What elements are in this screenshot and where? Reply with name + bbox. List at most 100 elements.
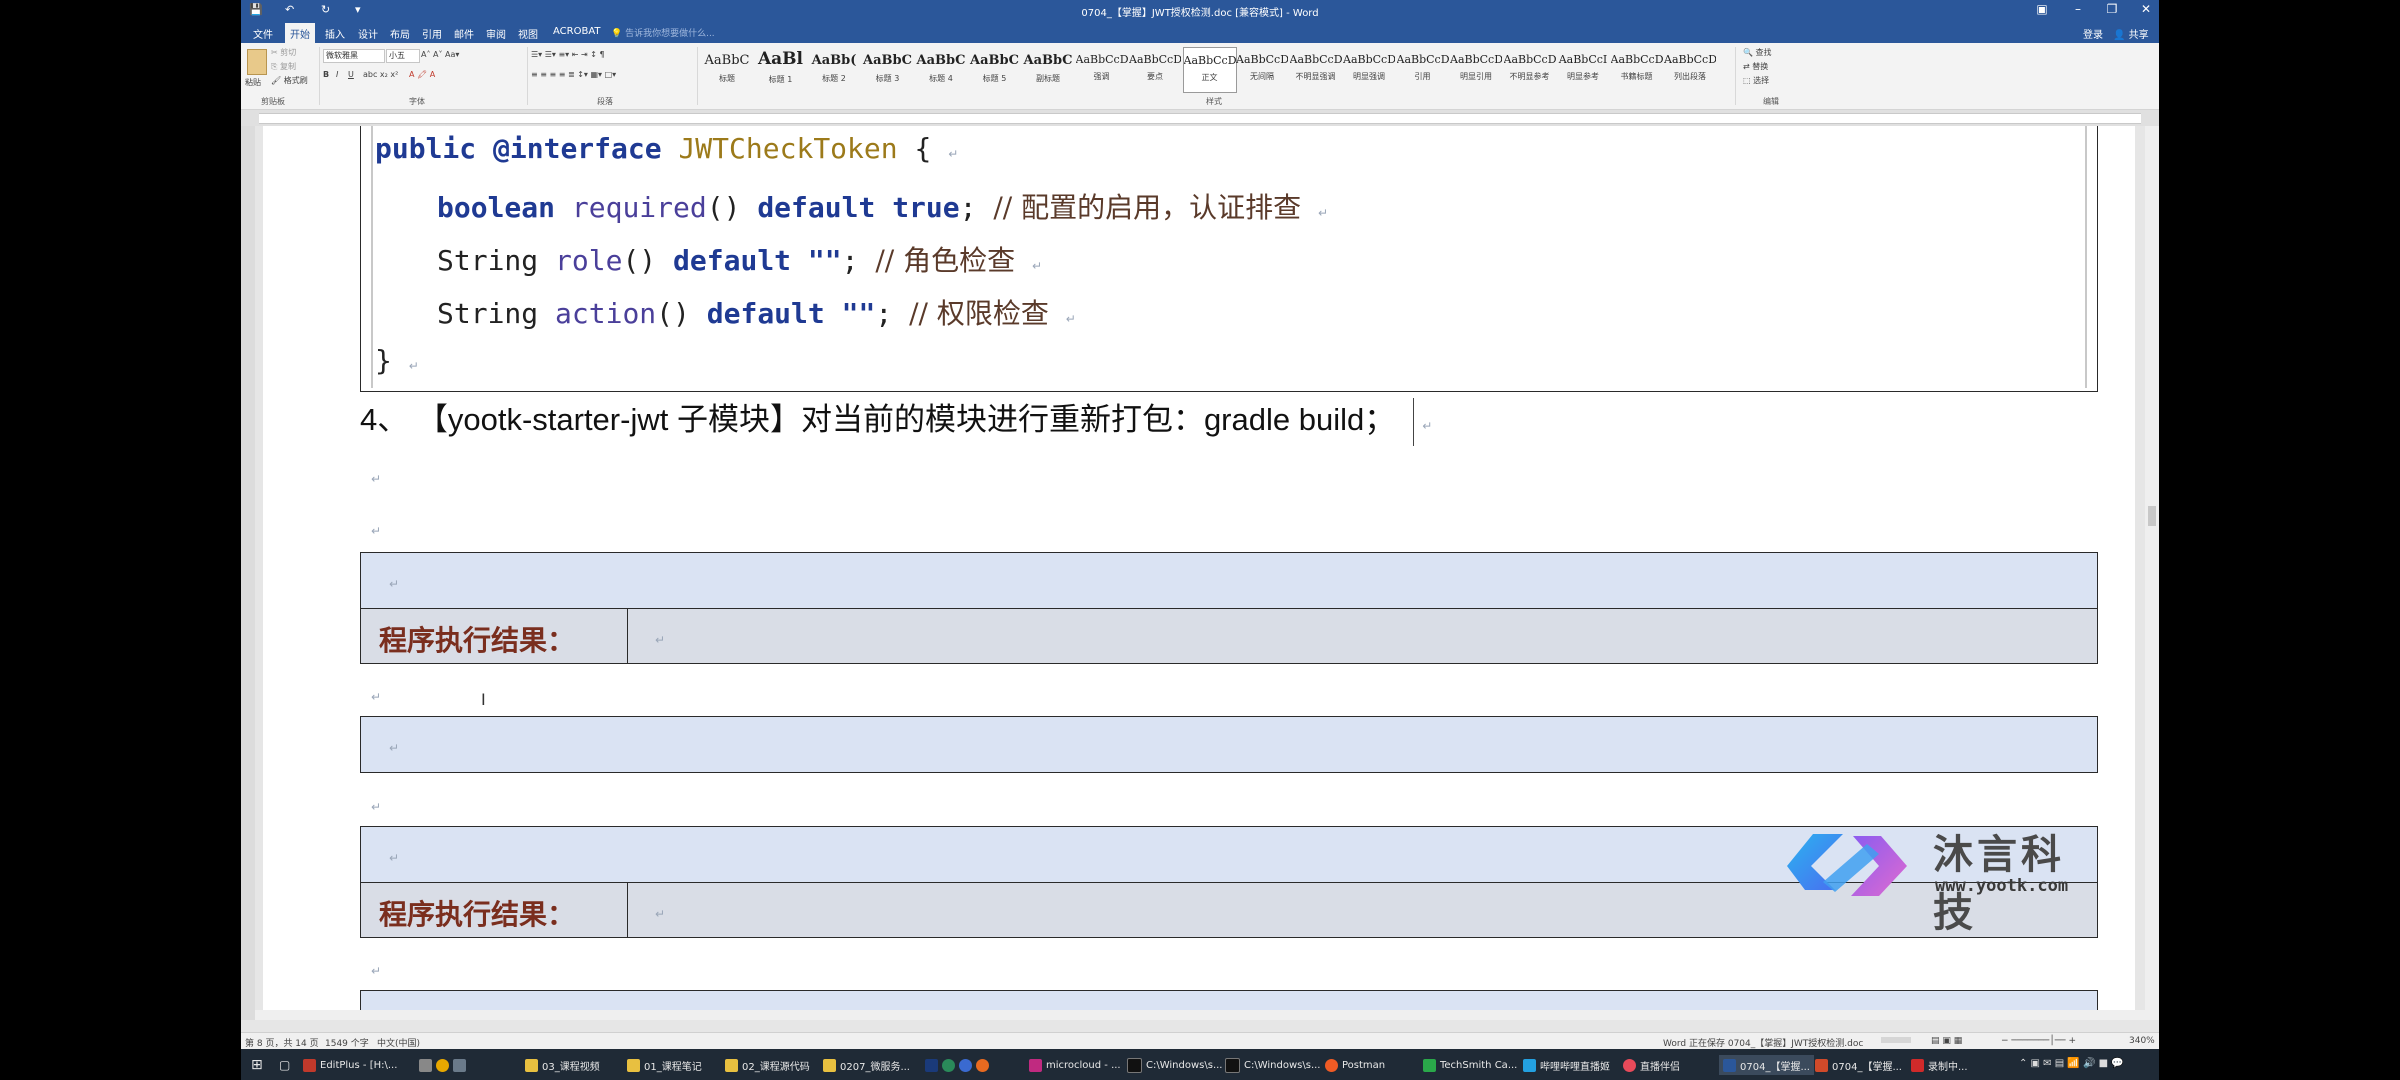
result-label: 程序执行结果： [379,898,576,931]
tab-references[interactable]: 引用 [422,26,442,41]
italic-button[interactable]: I [336,70,338,79]
share-button[interactable]: 👤 共享 [2113,26,2149,41]
table-row[interactable]: 程序执行结果： ↵ [361,609,2097,663]
watermark-url: www.yootk.com [1935,876,2069,896]
font-color-icon[interactable]: A 🖍 A [409,70,435,79]
style-tile[interactable]: AaBl 标题 1 [755,47,807,91]
taskbar-cmd-2[interactable]: C:\Windows\s... [1225,1055,1320,1075]
select-button[interactable]: ⬚ 选择 [1743,75,1769,86]
style-tile[interactable]: AaBbC 标题 4 [915,47,967,91]
language-indicator[interactable]: 中文(中国) [377,1036,420,1049]
style-tile[interactable]: AaBbC 标题 5 [969,47,1021,91]
intellij-icon [1029,1058,1042,1072]
tab-review[interactable]: 审阅 [486,26,506,41]
step-paragraph[interactable]: 4、 【yootk-starter-jwt 子模块】对当前的模块进行重新打包：g… [360,394,1432,446]
style-tile[interactable]: AaBbCcDc 不明显强调 [1290,47,1342,91]
tab-layout[interactable]: 布局 [390,26,410,41]
app-icon [453,1058,466,1072]
horizontal-ruler[interactable] [241,110,2159,126]
zoom-slider[interactable]: − ───────│── + [2001,1036,2076,1046]
style-tile[interactable]: AaBbC 标题 3 [862,47,914,91]
tab-file[interactable]: 文件 [253,26,273,41]
style-tile[interactable]: AaBbCcDc 引用 [1397,47,1449,91]
style-tile[interactable]: AaBbCcDc 明显强调 [1343,47,1395,91]
taskbar-app-idea[interactable]: microcloud - ... [1029,1055,1121,1075]
tab-view[interactable]: 视图 [518,26,538,41]
bullets-icon[interactable]: ☰▾ ☰▾ ≡▾ ⇤ ⇥ ↕ ¶ [531,50,605,59]
copy-button[interactable]: ⎘ 复制 [271,61,296,72]
tab-mailings[interactable]: 邮件 [454,26,474,41]
document-page[interactable]: public @interface JWTCheckToken { ↵ bool… [263,126,2135,1020]
taskbar-app-editplus[interactable]: EditPlus - [H:\... [303,1055,397,1075]
style-tile[interactable]: AaBbCcDc 无间隔 [1236,47,1288,91]
tab-design[interactable]: 设计 [358,26,378,41]
style-sample: AaBbCcDt [1075,53,1128,66]
replace-button[interactable]: ⇄ 替换 [1743,61,1768,72]
taskbar-app-pdf[interactable]: 0704_【掌握... [1815,1055,1902,1075]
find-button[interactable]: 🔍 查找 [1743,47,1772,58]
taskbar-app-word[interactable]: 0704_【掌握... [1719,1055,1814,1075]
style-name: 不明显参考 [1509,72,1550,81]
system-tray-icons[interactable]: ⌃ ▣ ✉ ▤ 📶 🔊 ■ 💬 [2019,1058,2124,1069]
taskbar-cmd-1[interactable]: C:\Windows\s... [1127,1055,1222,1075]
font-name-select[interactable]: 微软雅黑 [323,49,385,63]
taskbar-folder-microservice[interactable]: 0207_微服务... [823,1055,910,1075]
restore-button[interactable]: ❐ [2101,2,2123,16]
taskbar-app-live-companion[interactable]: 直播伴侣 [1623,1055,1680,1075]
cell-divider [627,883,628,937]
style-tile[interactable]: AaBbCcD 不明显参考 [1504,47,1556,91]
paste-button[interactable]: 粘贴 [245,77,261,88]
start-windows-icon[interactable]: ⊞ [251,1055,263,1075]
taskbar-app-camtasia[interactable]: TechSmith Ca... [1423,1055,1517,1075]
tell-me-search[interactable]: 💡 告诉我你想要做什么... [611,26,715,39]
style-tile[interactable]: AaBbCcD 要点 [1129,47,1181,91]
taskbar-pinned-icons[interactable] [925,1055,993,1075]
word-count[interactable]: 1549 个字 [325,1036,369,1049]
page-count[interactable]: 第 8 页，共 14 页 [245,1036,319,1049]
taskbar-app-bilibili[interactable]: 哔哩哔哩直播姬 [1523,1055,1610,1075]
paste-icon[interactable] [247,49,267,75]
bold-button[interactable]: B [323,70,329,79]
tab-insert[interactable]: 插入 [325,26,345,41]
table-row[interactable]: ↵ [361,553,2097,609]
view-mode-icons[interactable]: ▤ ▣ ▦ [1931,1036,1962,1046]
tell-me-placeholder: 告诉我你想要做什么... [625,29,715,39]
task-view-icon[interactable]: ▢ [279,1055,290,1075]
sign-in-link[interactable]: 登录 [2083,26,2103,41]
style-tile[interactable]: AaBbC 标题 [701,47,753,91]
close-button[interactable]: ✕ [2135,2,2157,16]
style-tile[interactable]: AaBbCcD 书籍标题 [1611,47,1663,91]
scroll-thumb[interactable] [2148,506,2156,526]
taskbar-folder-videos[interactable]: 03_课程视频 [525,1055,600,1075]
style-tile[interactable]: AaBbCcDc 正文 [1182,47,1237,93]
style-tile[interactable]: AaBbCcDt 强调 [1076,47,1128,91]
word-window: 💾 ↶ ↻ ▾ 0704_【掌握】JWT授权检测.doc [兼容模式] - Wo… [241,0,2159,1080]
taskbar-app-recorder[interactable]: 录制中... [1911,1055,1968,1075]
taskbar-app-postman[interactable]: Postman [1325,1055,1385,1075]
horizontal-scrollbar[interactable] [255,1010,2145,1020]
format-painter-button[interactable]: 🖌 格式刷 [271,75,308,86]
zoom-level[interactable]: 340% [2129,1036,2155,1046]
style-tile[interactable]: AaBbCcI 明显参考 [1557,47,1609,91]
taskbar-folder-code[interactable]: 02_课程源代码 [725,1055,810,1075]
tab-acrobat[interactable]: ACROBAT [553,26,601,37]
result-table[interactable]: ↵ [360,716,2098,773]
align-icon[interactable]: ≡ ≡ ≡ ≡ ≣ ↕▾ ▦▾ □▾ [531,70,616,79]
vertical-scrollbar[interactable] [2145,126,2159,1020]
underline-button[interactable]: U [348,70,354,79]
tab-home[interactable]: 开始 [285,23,315,45]
strikethrough-icon[interactable]: abc x₂ x² [363,70,398,79]
taskbar-folder-notes[interactable]: 01_课程笔记 [627,1055,702,1075]
taskbar-pinned-icons[interactable] [419,1055,470,1075]
ribbon-display-icon[interactable]: ▣ [2031,2,2053,16]
style-tile[interactable]: AaBbCcDc 明显引用 [1450,47,1502,91]
style-tile[interactable]: AaBbCcDc 列出段落 [1664,47,1716,91]
grow-font-icon[interactable]: A˄ A˅ Aa▾ [421,50,459,59]
font-size-select[interactable]: 小五 [386,49,420,63]
style-tile[interactable]: AaBbC 副标题 [1022,47,1074,91]
cut-button[interactable]: ✂ 剪切 [271,47,296,58]
vertical-ruler[interactable] [241,126,255,1020]
cell-divider [627,609,628,663]
minimize-button[interactable]: – [2067,2,2089,16]
style-tile[interactable]: AaBb(标题 2 [808,47,860,91]
